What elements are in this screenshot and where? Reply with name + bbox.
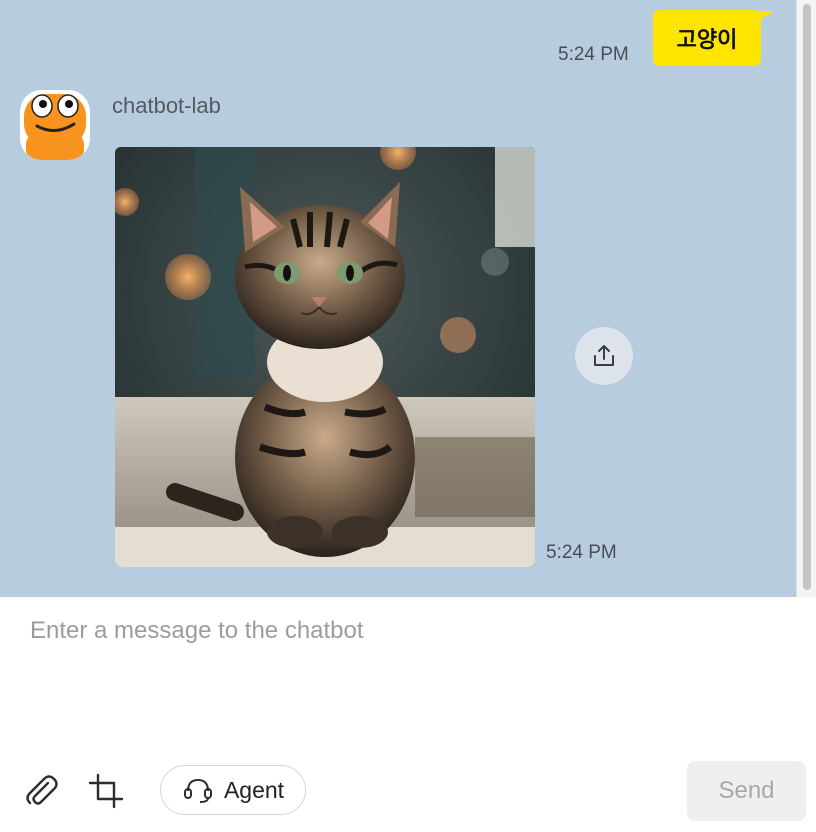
- headset-icon: [183, 778, 212, 803]
- share-button[interactable]: [575, 327, 633, 385]
- message-composer: Agent Send: [0, 597, 816, 832]
- bot-avatar-image: [20, 90, 90, 160]
- send-button-label: Send: [718, 777, 775, 804]
- user-bubble-tail: [757, 11, 775, 21]
- paperclip-icon: [26, 775, 58, 805]
- send-button[interactable]: Send: [687, 761, 806, 821]
- bot-avatar[interactable]: [20, 90, 90, 160]
- crop-icon: [88, 773, 124, 809]
- user-message-bubble: 고양이: [653, 10, 761, 66]
- user-message-text: 고양이: [676, 27, 738, 52]
- message-input[interactable]: [28, 613, 790, 757]
- kitten-photo: [115, 147, 535, 567]
- bot-message-timestamp: 5:24 PM: [546, 542, 617, 563]
- chat-scrollbar-thumb[interactable]: [803, 4, 811, 590]
- user-message-timestamp: 5:24 PM: [558, 44, 629, 65]
- agent-button[interactable]: Agent: [160, 765, 306, 815]
- chat-scrollbar[interactable]: [796, 0, 816, 597]
- attach-file-button[interactable]: [20, 769, 64, 813]
- share-icon: [594, 345, 614, 366]
- crop-button[interactable]: [84, 769, 128, 813]
- agent-button-label: Agent: [223, 776, 285, 803]
- bot-sender-name: chatbot-lab: [112, 93, 221, 118]
- chat-messages-area: 고양이 5:24 PM chatbot-lab 5:24 PM: [0, 0, 796, 597]
- bot-image-message[interactable]: [115, 147, 535, 567]
